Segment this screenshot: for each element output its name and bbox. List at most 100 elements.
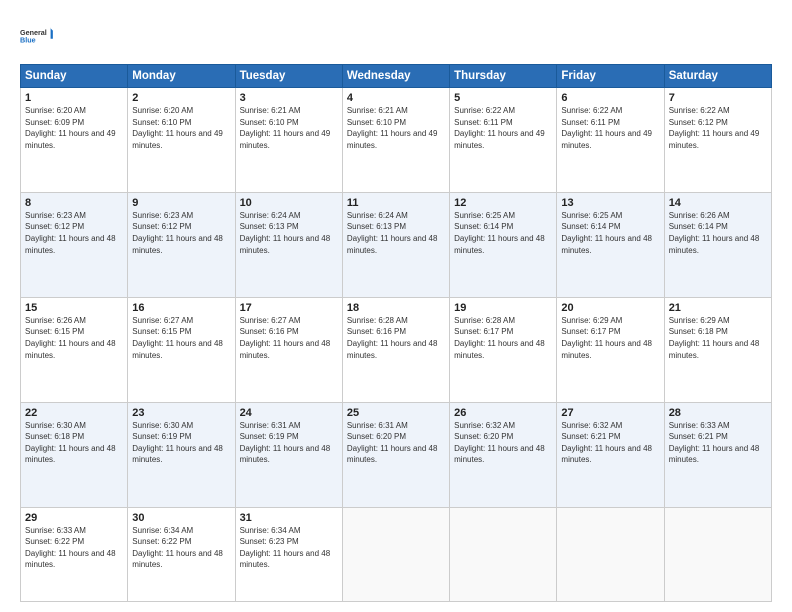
day-number: 29 bbox=[25, 512, 123, 524]
calendar-cell: 15 Sunrise: 6:26 AMSunset: 6:15 PMDaylig… bbox=[21, 297, 128, 402]
day-number: 20 bbox=[561, 302, 659, 314]
day-number: 8 bbox=[25, 197, 123, 209]
day-info: Sunrise: 6:26 AMSunset: 6:15 PMDaylight:… bbox=[25, 316, 116, 360]
calendar-cell: 7 Sunrise: 6:22 AMSunset: 6:12 PMDayligh… bbox=[664, 88, 771, 193]
calendar-week-row: 15 Sunrise: 6:26 AMSunset: 6:15 PMDaylig… bbox=[21, 297, 772, 402]
logo: General Blue bbox=[20, 18, 56, 54]
day-info: Sunrise: 6:31 AMSunset: 6:20 PMDaylight:… bbox=[347, 421, 438, 465]
day-info: Sunrise: 6:24 AMSunset: 6:13 PMDaylight:… bbox=[347, 211, 438, 255]
day-number: 10 bbox=[240, 197, 338, 209]
day-info: Sunrise: 6:32 AMSunset: 6:20 PMDaylight:… bbox=[454, 421, 545, 465]
day-info: Sunrise: 6:33 AMSunset: 6:21 PMDaylight:… bbox=[669, 421, 760, 465]
svg-text:Blue: Blue bbox=[20, 35, 36, 44]
calendar-cell: 20 Sunrise: 6:29 AMSunset: 6:17 PMDaylig… bbox=[557, 297, 664, 402]
day-number: 7 bbox=[669, 92, 767, 104]
day-info: Sunrise: 6:26 AMSunset: 6:14 PMDaylight:… bbox=[669, 211, 760, 255]
calendar-week-row: 1 Sunrise: 6:20 AMSunset: 6:09 PMDayligh… bbox=[21, 88, 772, 193]
day-info: Sunrise: 6:22 AMSunset: 6:12 PMDaylight:… bbox=[669, 106, 760, 150]
calendar-cell: 26 Sunrise: 6:32 AMSunset: 6:20 PMDaylig… bbox=[450, 402, 557, 507]
col-header-friday: Friday bbox=[557, 65, 664, 88]
day-number: 2 bbox=[132, 92, 230, 104]
day-info: Sunrise: 6:34 AMSunset: 6:22 PMDaylight:… bbox=[132, 526, 223, 570]
col-header-thursday: Thursday bbox=[450, 65, 557, 88]
calendar-cell: 19 Sunrise: 6:28 AMSunset: 6:17 PMDaylig… bbox=[450, 297, 557, 402]
calendar-cell: 6 Sunrise: 6:22 AMSunset: 6:11 PMDayligh… bbox=[557, 88, 664, 193]
calendar-cell: 10 Sunrise: 6:24 AMSunset: 6:13 PMDaylig… bbox=[235, 192, 342, 297]
day-number: 3 bbox=[240, 92, 338, 104]
calendar-cell: 3 Sunrise: 6:21 AMSunset: 6:10 PMDayligh… bbox=[235, 88, 342, 193]
header: General Blue bbox=[20, 18, 772, 54]
day-info: Sunrise: 6:33 AMSunset: 6:22 PMDaylight:… bbox=[25, 526, 116, 570]
day-number: 27 bbox=[561, 407, 659, 419]
day-info: Sunrise: 6:27 AMSunset: 6:16 PMDaylight:… bbox=[240, 316, 331, 360]
day-info: Sunrise: 6:25 AMSunset: 6:14 PMDaylight:… bbox=[561, 211, 652, 255]
day-number: 16 bbox=[132, 302, 230, 314]
day-number: 21 bbox=[669, 302, 767, 314]
calendar-cell: 25 Sunrise: 6:31 AMSunset: 6:20 PMDaylig… bbox=[342, 402, 449, 507]
day-number: 19 bbox=[454, 302, 552, 314]
day-number: 30 bbox=[132, 512, 230, 524]
calendar-week-row: 22 Sunrise: 6:30 AMSunset: 6:18 PMDaylig… bbox=[21, 402, 772, 507]
day-info: Sunrise: 6:21 AMSunset: 6:10 PMDaylight:… bbox=[347, 106, 438, 150]
col-header-sunday: Sunday bbox=[21, 65, 128, 88]
day-number: 23 bbox=[132, 407, 230, 419]
calendar-cell: 17 Sunrise: 6:27 AMSunset: 6:16 PMDaylig… bbox=[235, 297, 342, 402]
calendar-cell: 4 Sunrise: 6:21 AMSunset: 6:10 PMDayligh… bbox=[342, 88, 449, 193]
calendar-cell: 29 Sunrise: 6:33 AMSunset: 6:22 PMDaylig… bbox=[21, 507, 128, 601]
calendar-cell: 18 Sunrise: 6:28 AMSunset: 6:16 PMDaylig… bbox=[342, 297, 449, 402]
day-number: 17 bbox=[240, 302, 338, 314]
calendar-cell: 16 Sunrise: 6:27 AMSunset: 6:15 PMDaylig… bbox=[128, 297, 235, 402]
day-info: Sunrise: 6:20 AMSunset: 6:09 PMDaylight:… bbox=[25, 106, 116, 150]
col-header-wednesday: Wednesday bbox=[342, 65, 449, 88]
calendar-cell: 31 Sunrise: 6:34 AMSunset: 6:23 PMDaylig… bbox=[235, 507, 342, 601]
page: General Blue SundayMondayTuesdayWednesda… bbox=[0, 0, 792, 612]
day-number: 9 bbox=[132, 197, 230, 209]
col-header-tuesday: Tuesday bbox=[235, 65, 342, 88]
day-info: Sunrise: 6:21 AMSunset: 6:10 PMDaylight:… bbox=[240, 106, 331, 150]
day-number: 24 bbox=[240, 407, 338, 419]
calendar-cell: 23 Sunrise: 6:30 AMSunset: 6:19 PMDaylig… bbox=[128, 402, 235, 507]
day-info: Sunrise: 6:31 AMSunset: 6:19 PMDaylight:… bbox=[240, 421, 331, 465]
day-number: 26 bbox=[454, 407, 552, 419]
day-info: Sunrise: 6:30 AMSunset: 6:18 PMDaylight:… bbox=[25, 421, 116, 465]
calendar-cell: 13 Sunrise: 6:25 AMSunset: 6:14 PMDaylig… bbox=[557, 192, 664, 297]
day-info: Sunrise: 6:24 AMSunset: 6:13 PMDaylight:… bbox=[240, 211, 331, 255]
calendar-cell: 28 Sunrise: 6:33 AMSunset: 6:21 PMDaylig… bbox=[664, 402, 771, 507]
day-number: 31 bbox=[240, 512, 338, 524]
calendar-cell: 2 Sunrise: 6:20 AMSunset: 6:10 PMDayligh… bbox=[128, 88, 235, 193]
calendar-cell: 5 Sunrise: 6:22 AMSunset: 6:11 PMDayligh… bbox=[450, 88, 557, 193]
day-number: 13 bbox=[561, 197, 659, 209]
day-info: Sunrise: 6:23 AMSunset: 6:12 PMDaylight:… bbox=[25, 211, 116, 255]
calendar-cell: 14 Sunrise: 6:26 AMSunset: 6:14 PMDaylig… bbox=[664, 192, 771, 297]
day-number: 14 bbox=[669, 197, 767, 209]
calendar-cell: 8 Sunrise: 6:23 AMSunset: 6:12 PMDayligh… bbox=[21, 192, 128, 297]
day-info: Sunrise: 6:28 AMSunset: 6:16 PMDaylight:… bbox=[347, 316, 438, 360]
day-number: 15 bbox=[25, 302, 123, 314]
calendar-week-row: 8 Sunrise: 6:23 AMSunset: 6:12 PMDayligh… bbox=[21, 192, 772, 297]
col-header-monday: Monday bbox=[128, 65, 235, 88]
calendar-cell: 27 Sunrise: 6:32 AMSunset: 6:21 PMDaylig… bbox=[557, 402, 664, 507]
day-info: Sunrise: 6:30 AMSunset: 6:19 PMDaylight:… bbox=[132, 421, 223, 465]
calendar-week-row: 29 Sunrise: 6:33 AMSunset: 6:22 PMDaylig… bbox=[21, 507, 772, 601]
day-info: Sunrise: 6:20 AMSunset: 6:10 PMDaylight:… bbox=[132, 106, 223, 150]
day-info: Sunrise: 6:22 AMSunset: 6:11 PMDaylight:… bbox=[454, 106, 545, 150]
logo-icon: General Blue bbox=[20, 18, 56, 54]
day-number: 18 bbox=[347, 302, 445, 314]
day-number: 6 bbox=[561, 92, 659, 104]
day-number: 28 bbox=[669, 407, 767, 419]
calendar-cell bbox=[557, 507, 664, 601]
day-info: Sunrise: 6:28 AMSunset: 6:17 PMDaylight:… bbox=[454, 316, 545, 360]
day-info: Sunrise: 6:22 AMSunset: 6:11 PMDaylight:… bbox=[561, 106, 652, 150]
calendar-cell: 24 Sunrise: 6:31 AMSunset: 6:19 PMDaylig… bbox=[235, 402, 342, 507]
calendar-cell: 11 Sunrise: 6:24 AMSunset: 6:13 PMDaylig… bbox=[342, 192, 449, 297]
day-number: 4 bbox=[347, 92, 445, 104]
calendar-table: SundayMondayTuesdayWednesdayThursdayFrid… bbox=[20, 64, 772, 602]
day-number: 22 bbox=[25, 407, 123, 419]
calendar-cell bbox=[342, 507, 449, 601]
day-info: Sunrise: 6:25 AMSunset: 6:14 PMDaylight:… bbox=[454, 211, 545, 255]
day-info: Sunrise: 6:27 AMSunset: 6:15 PMDaylight:… bbox=[132, 316, 223, 360]
calendar-cell: 9 Sunrise: 6:23 AMSunset: 6:12 PMDayligh… bbox=[128, 192, 235, 297]
day-info: Sunrise: 6:29 AMSunset: 6:18 PMDaylight:… bbox=[669, 316, 760, 360]
calendar-cell: 1 Sunrise: 6:20 AMSunset: 6:09 PMDayligh… bbox=[21, 88, 128, 193]
calendar-cell: 21 Sunrise: 6:29 AMSunset: 6:18 PMDaylig… bbox=[664, 297, 771, 402]
